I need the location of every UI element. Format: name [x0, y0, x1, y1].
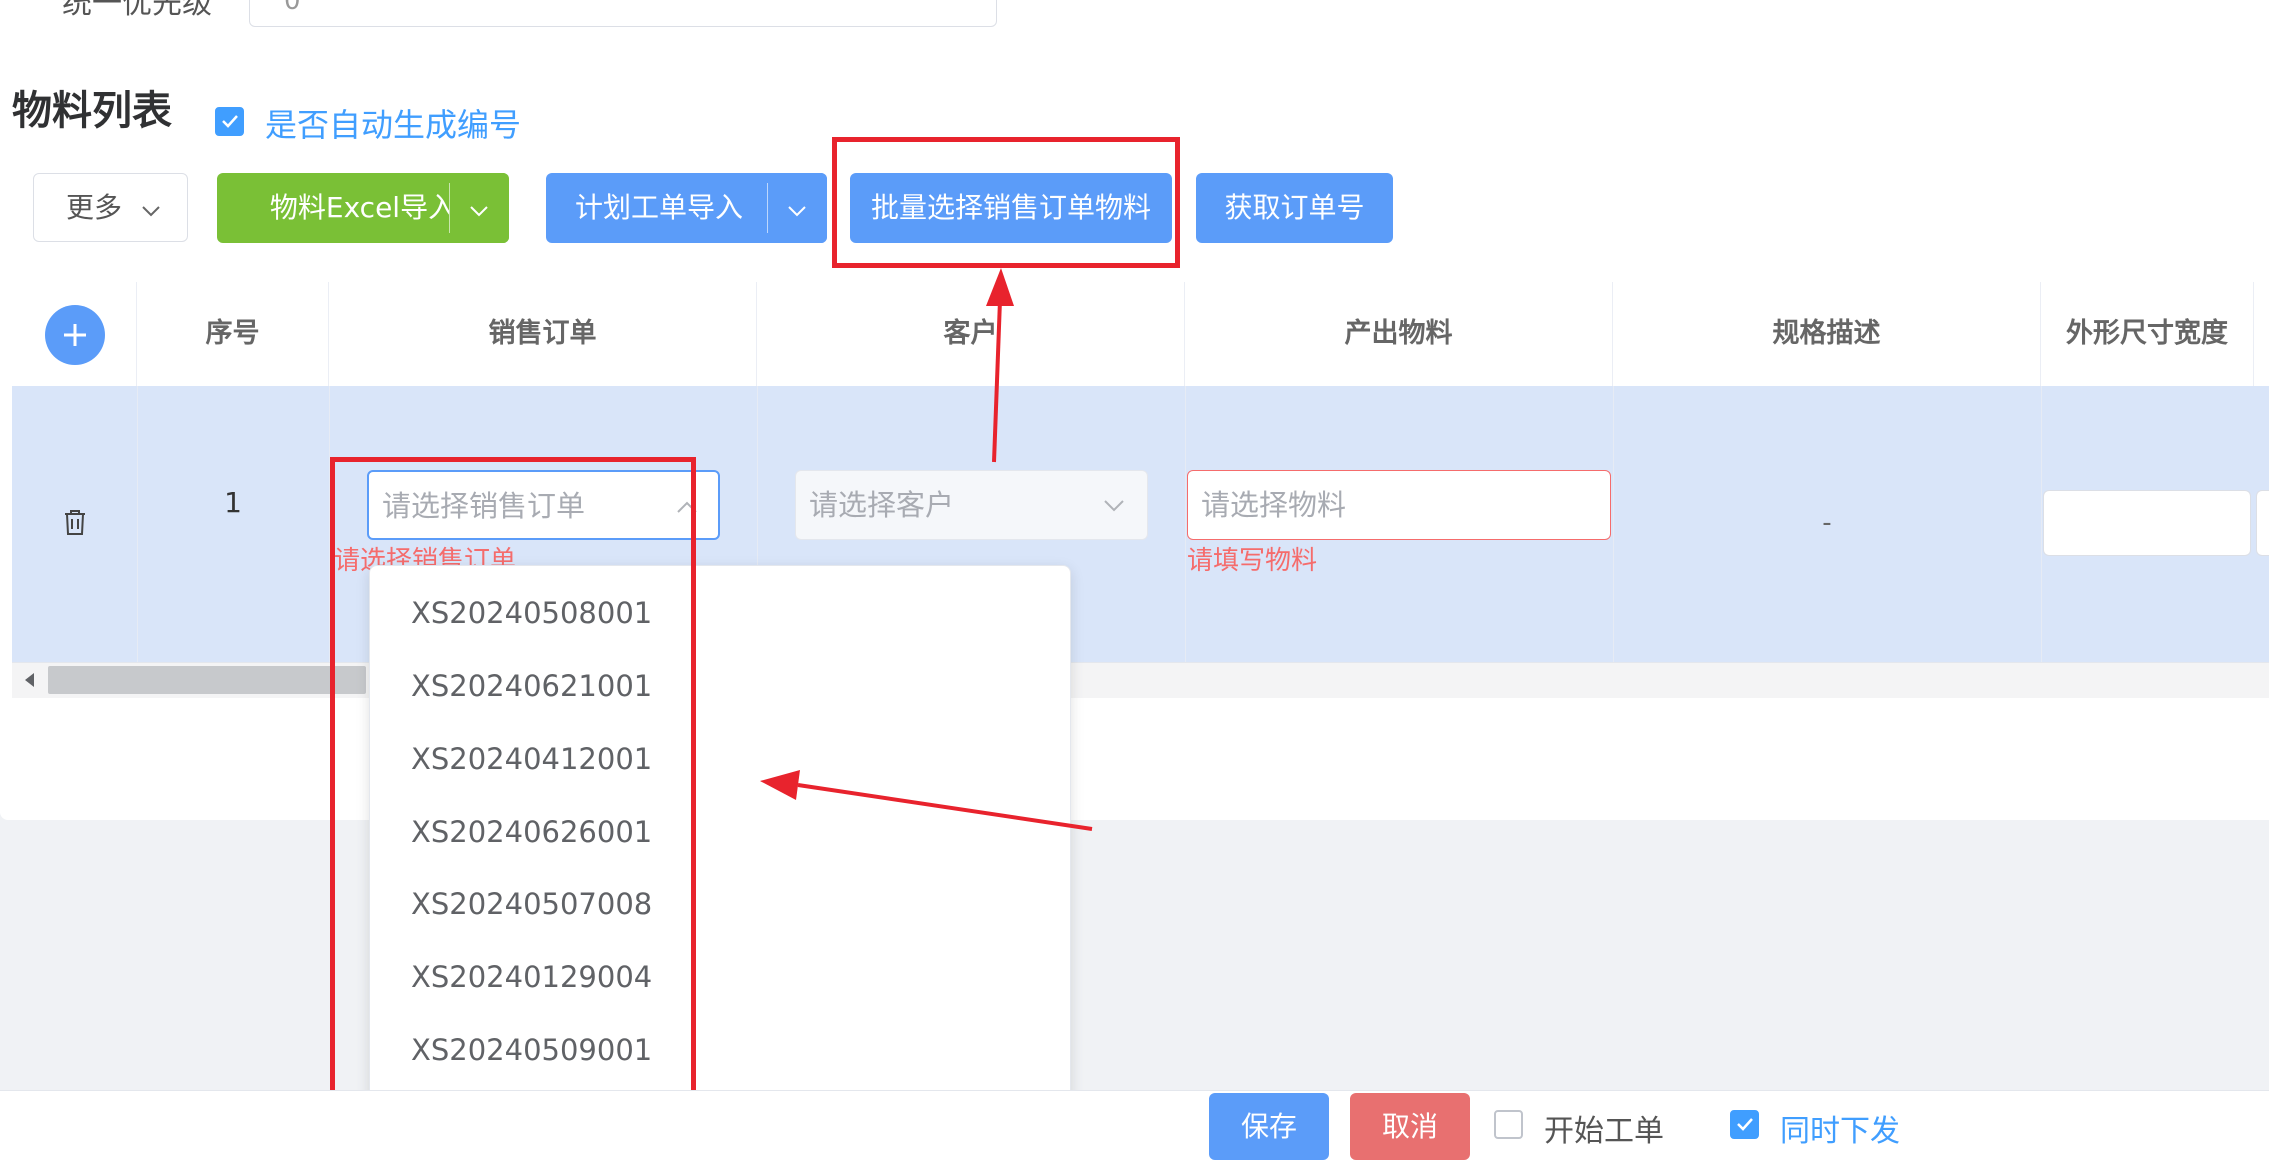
dispatch-checkbox[interactable] [1730, 1110, 1759, 1139]
arrow-to-dropdown [797, 783, 1093, 831]
annotation-arrows [760, 268, 1093, 831]
arrow-head-left [760, 770, 800, 800]
save-button[interactable]: 保存 [1209, 1093, 1329, 1160]
cancel-button[interactable]: 取消 [1350, 1093, 1470, 1160]
check-icon [1737, 1118, 1753, 1131]
start-order-label: 开始工单 [1544, 1114, 1664, 1149]
arrow-head-up [986, 268, 1014, 306]
arrow-to-batch-button [992, 299, 1002, 463]
dispatch-label: 同时下发 [1780, 1114, 1900, 1149]
footer-bar [0, 1090, 2269, 1160]
start-order-checkbox[interactable] [1494, 1110, 1523, 1139]
